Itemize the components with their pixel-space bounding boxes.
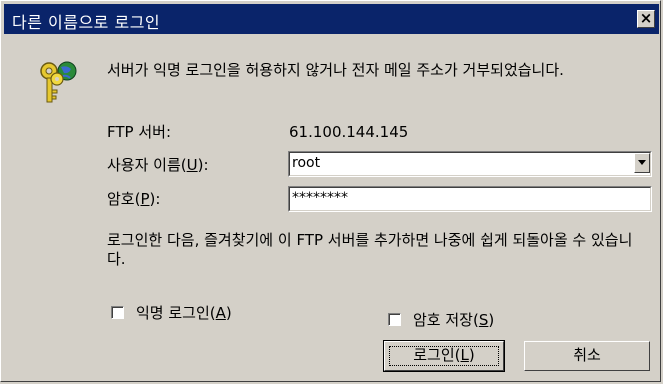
username-input[interactable]	[292, 153, 622, 173]
login-button[interactable]: 로그인(L)	[383, 340, 505, 372]
close-button[interactable]: ×	[637, 10, 655, 28]
password-label: 암호(P):	[107, 190, 161, 208]
username-label: 사용자 이름(U):	[107, 156, 209, 174]
window-title: 다른 이름으로 로그인	[12, 13, 161, 32]
login-button-label: 로그인(L)	[413, 346, 475, 364]
ftp-server-label: FTP 서버:	[107, 123, 171, 141]
info-text: 로그인한 다음, 즐겨찾기에 이 FTP 서버를 추가하면 나중에 쉽게 되돌아…	[107, 231, 633, 268]
password-input[interactable]	[292, 188, 642, 208]
save-password-checkbox[interactable]	[388, 313, 401, 326]
close-icon: ×	[639, 9, 653, 27]
username-combobox[interactable]	[288, 151, 652, 177]
ftp-server-value: 61.100.144.145	[289, 123, 409, 141]
anonymous-login-label[interactable]: 익명 로그인(A)	[136, 302, 232, 323]
username-dropdown-button[interactable]	[634, 153, 650, 173]
error-message: 서버가 익명 로그인을 허용하지 않거나 전자 메일 주소가 거부되었습니다.	[107, 61, 564, 79]
cancel-button-label: 취소	[573, 346, 601, 364]
title-bar: 다른 이름으로 로그인 ×	[4, 4, 659, 34]
chevron-down-icon	[638, 160, 646, 165]
login-dialog: 다른 이름으로 로그인 × 서버가 익명 로그인을 허용하지 않거나 전자 메일…	[0, 0, 661, 382]
keys-globe-icon	[37, 57, 79, 107]
cancel-button[interactable]: 취소	[524, 341, 650, 371]
password-field[interactable]	[288, 186, 652, 212]
save-password-label[interactable]: 암호 저장(S)	[413, 309, 494, 330]
anonymous-login-checkbox[interactable]	[111, 306, 124, 319]
